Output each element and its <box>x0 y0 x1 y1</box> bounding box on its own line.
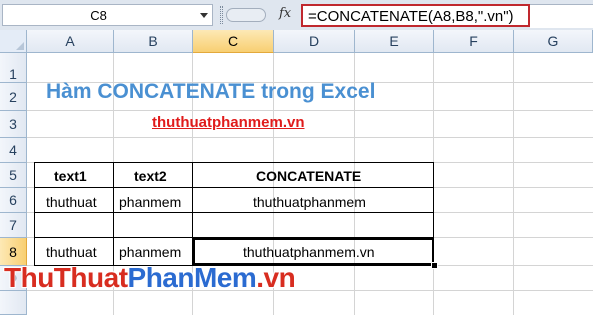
column-header-g[interactable]: G <box>514 30 593 53</box>
name-box-value: C8 <box>90 8 107 23</box>
chevron-down-icon[interactable] <box>200 13 208 18</box>
row-header-2[interactable]: 2 <box>0 83 27 111</box>
formula-controls[interactable] <box>226 8 266 22</box>
resize-handle-2[interactable] <box>222 6 225 24</box>
watermark-part-1: ThuThuat <box>4 262 128 293</box>
row-header-6[interactable]: 6 <box>0 188 27 213</box>
watermark-part-3: .vn <box>256 262 296 293</box>
table-border <box>34 187 434 188</box>
watermark: ThuThuatPhanMem.vn <box>4 262 296 294</box>
formula-bar: C8 fx =CONCATENATE(A8,B8,".vn") <box>0 0 593 31</box>
select-all-triangle-icon <box>16 42 24 50</box>
row-header-4[interactable]: 4 <box>0 138 27 163</box>
column-header-c[interactable]: C <box>193 30 274 53</box>
row-header-7[interactable]: 7 <box>0 213 27 238</box>
row-header-1[interactable]: 1 <box>0 53 27 83</box>
table-border <box>34 162 35 266</box>
formula-text: =CONCATENATE(A8,B8,".vn") <box>308 8 514 25</box>
gridline <box>513 53 514 315</box>
watermark-part-2: PhanMem <box>127 262 257 293</box>
gridline <box>27 110 593 111</box>
cell-a6[interactable]: thuthuat <box>46 194 97 210</box>
column-header-a[interactable]: A <box>27 30 114 53</box>
website-link[interactable]: thuthuatphanmem.vn <box>152 114 305 131</box>
row-header-10[interactable] <box>0 291 27 315</box>
cell-c5[interactable]: CONCATENATE <box>256 168 361 184</box>
cell-a8[interactable]: thuthuat <box>46 244 97 260</box>
select-all-corner[interactable] <box>0 30 27 53</box>
row-header-3[interactable]: 3 <box>0 111 27 138</box>
cell-c6[interactable]: thuthuatphanmem <box>253 194 366 210</box>
table-border <box>113 162 114 266</box>
column-header-b[interactable]: B <box>114 30 193 53</box>
insert-function-icon[interactable]: fx <box>279 6 291 21</box>
column-header-e[interactable]: E <box>355 30 434 53</box>
cell-b5[interactable]: text2 <box>134 168 167 184</box>
table-border <box>34 162 434 163</box>
name-box[interactable]: C8 <box>2 4 213 26</box>
cell-a5[interactable]: text1 <box>54 168 87 184</box>
formula-input[interactable]: =CONCATENATE(A8,B8,".vn") <box>301 4 530 27</box>
column-header-d[interactable]: D <box>274 30 355 53</box>
cell-b8[interactable]: phanmem <box>119 244 181 260</box>
active-cell-selection[interactable] <box>193 238 434 265</box>
formula-input-extension[interactable] <box>530 4 593 28</box>
fill-handle[interactable] <box>431 262 438 269</box>
sheet-title[interactable]: Hàm CONCATENATE trong Excel <box>46 80 375 104</box>
row-header-5[interactable]: 5 <box>0 163 27 188</box>
table-border <box>34 212 434 213</box>
cell-b6[interactable]: phanmem <box>119 194 181 210</box>
column-header-f[interactable]: F <box>434 30 514 53</box>
gridline <box>27 137 593 138</box>
